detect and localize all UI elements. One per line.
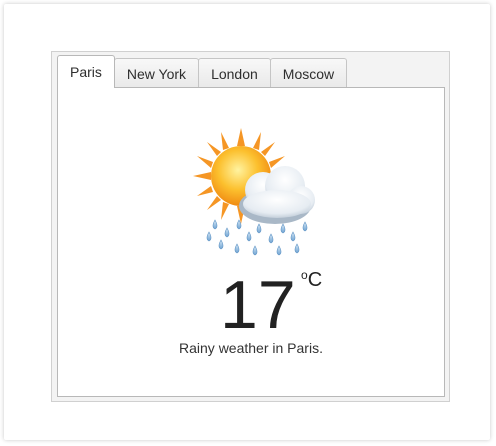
sun-cloud-rain-icon [193,128,315,256]
unit-letter: C [307,269,323,291]
temperature-display: 17 oC [58,267,444,343]
degree-sign: o [301,268,308,282]
temperature-unit: oC [301,268,322,292]
tabstrip: Paris New York London Moscow [57,55,348,88]
weather-description: Rainy weather in Paris. [179,340,323,356]
tab-content-panel: 17 oC Rainy weather in Paris. [57,87,445,397]
tab-new-york[interactable]: New York [113,58,200,88]
tab-paris[interactable]: Paris [57,55,115,88]
temperature-value: 17 [220,267,296,343]
tabstrip-widget: Paris New York London Moscow 17 oC Rainy… [51,51,450,402]
demo-card: Paris New York London Moscow 17 oC Rainy… [4,4,490,440]
tab-london[interactable]: London [198,58,271,88]
tab-moscow[interactable]: Moscow [269,58,348,88]
